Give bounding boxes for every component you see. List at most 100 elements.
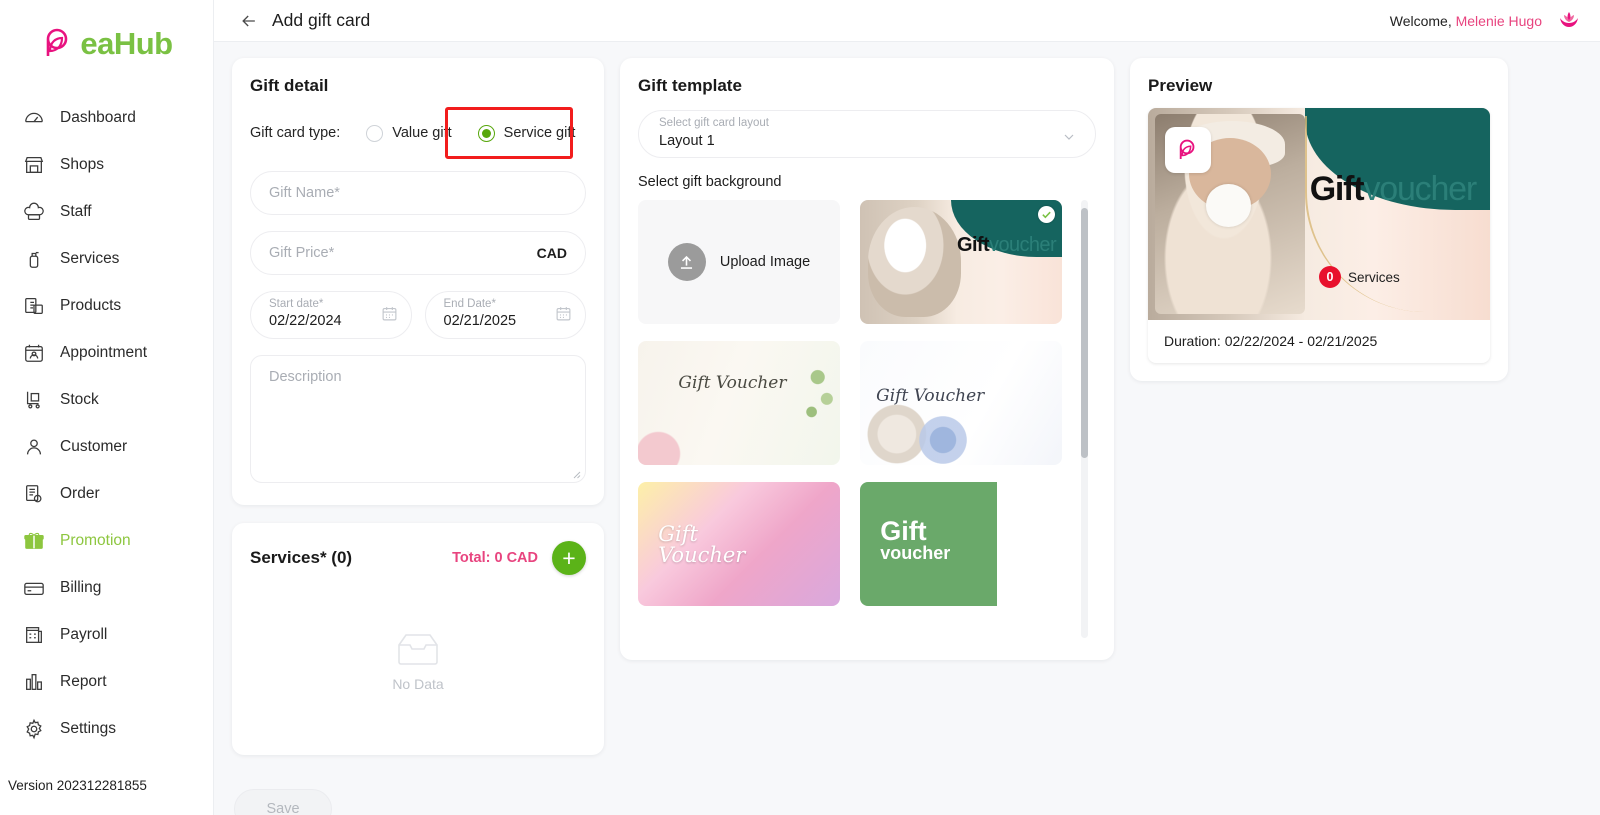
- top-bar: Add gift card Welcome, Melenie Hugo: [214, 0, 1600, 42]
- sidebar-item-shops[interactable]: Shops: [0, 141, 213, 188]
- services-count-badge: 0: [1319, 266, 1341, 288]
- sidebar-item-label: Customer: [60, 437, 128, 455]
- middle-column: Gift template Select gift card layout La…: [620, 58, 1114, 660]
- save-button[interactable]: Save: [234, 789, 332, 815]
- bar-chart-icon: [22, 670, 46, 694]
- thumb-title-line2: Voucher: [658, 543, 746, 568]
- end-date-input[interactable]: End Date* 02/21/2025: [424, 291, 586, 339]
- order-list-icon: [22, 482, 46, 506]
- sidebar: eaHub Dashboard Shops Staff Services Pro…: [0, 0, 214, 815]
- description-textarea[interactable]: Description: [250, 355, 586, 483]
- main-area: Add gift card Welcome, Melenie Hugo Gift…: [214, 0, 1600, 815]
- thumb-title: Gift voucher: [880, 518, 950, 562]
- layout-select[interactable]: Select gift card layout Layout 1: [638, 110, 1096, 158]
- sidebar-item-dashboard[interactable]: Dashboard: [0, 94, 213, 141]
- gift-detail-card: Gift detail Gift card type: Value gift S…: [232, 58, 604, 505]
- hand-truck-icon: [22, 388, 46, 412]
- background-scroll-area[interactable]: Upload Image Giftvoucher Gift Voucher Gi…: [638, 200, 1096, 638]
- start-date-value: 02/22/2024: [269, 313, 342, 329]
- background-thumb-watercolor[interactable]: Gift Voucher: [638, 482, 840, 606]
- sidebar-item-label: Report: [60, 672, 107, 690]
- gift-price-input[interactable]: Gift Price* CAD: [250, 231, 586, 275]
- sidebar-item-label: Order: [60, 484, 100, 502]
- radio-circle-service-gift[interactable]: [477, 124, 495, 142]
- background-thumb-floral[interactable]: Gift Voucher: [638, 341, 840, 465]
- background-thumb-spa[interactable]: Giftvoucher: [860, 200, 1062, 324]
- back-arrow-icon[interactable]: [236, 8, 262, 34]
- upload-icon: [667, 243, 706, 281]
- storefront-icon: [22, 153, 46, 177]
- services-card: Services* (0) Total: 0 CAD + No Data: [232, 523, 604, 755]
- app-logo[interactable]: eaHub: [0, 0, 213, 88]
- layout-select-label: Select gift card layout: [659, 117, 769, 129]
- welcome-text: Welcome, Melenie Hugo: [1390, 13, 1542, 29]
- lotion-bottle-icon: [22, 247, 46, 271]
- thumb-title: Giftvoucher: [957, 234, 1057, 257]
- thumb-title-light: voucher: [989, 234, 1057, 256]
- sidebar-item-report[interactable]: Report: [0, 658, 213, 705]
- thumb-decoration: [775, 350, 836, 438]
- gift-template-heading: Gift template: [638, 76, 742, 95]
- chevron-down-icon[interactable]: [1061, 129, 1077, 150]
- preview-title: Giftvoucher: [1309, 170, 1478, 209]
- sidebar-item-customer[interactable]: Customer: [0, 423, 213, 470]
- preview-title-light: voucher: [1363, 170, 1477, 208]
- gift-card-type-label: Gift card type:: [250, 125, 341, 141]
- check-icon: [1038, 206, 1055, 223]
- resize-handle-icon[interactable]: [571, 469, 581, 479]
- end-date-label: End Date*: [443, 298, 496, 310]
- lotus-icon[interactable]: [1556, 9, 1582, 33]
- radio-value-gift[interactable]: Value gift: [366, 124, 452, 142]
- thumb-title-bold: Gift: [957, 234, 990, 256]
- date-range-row: Start date* 02/22/2024 End Date* 02/21/2…: [250, 291, 586, 339]
- calendar-icon[interactable]: [555, 305, 572, 322]
- sidebar-item-label: Services: [60, 249, 120, 267]
- sidebar-item-order[interactable]: Order: [0, 470, 213, 517]
- user-name[interactable]: Melenie Hugo: [1456, 13, 1542, 29]
- sidebar-item-products[interactable]: Products: [0, 282, 213, 329]
- save-row: Save: [232, 773, 604, 815]
- radio-circle-value-gift[interactable]: [366, 124, 384, 142]
- upload-image-tile[interactable]: Upload Image: [638, 200, 840, 324]
- sidebar-item-stock[interactable]: Stock: [0, 376, 213, 423]
- preview-title-bold: Gift: [1309, 170, 1365, 208]
- scrollbar-thumb[interactable]: [1081, 208, 1088, 458]
- speedometer-icon: [22, 106, 46, 130]
- thumb-decoration: [638, 409, 719, 465]
- background-thumb-green[interactable]: Gift voucher: [860, 482, 1062, 606]
- background-thumb-blue-rose[interactable]: Gift Voucher: [860, 341, 1062, 465]
- person-icon: [22, 435, 46, 459]
- sidebar-item-billing[interactable]: Billing: [0, 564, 213, 611]
- sidebar-item-payroll[interactable]: Payroll: [0, 611, 213, 658]
- preview-image: Giftvoucher 0 Services: [1148, 108, 1490, 320]
- thumb-photo: [868, 207, 961, 317]
- sidebar-item-services[interactable]: Services: [0, 235, 213, 282]
- content-area: Gift detail Gift card type: Value gift S…: [214, 42, 1600, 815]
- sidebar-nav: Dashboard Shops Staff Services Products …: [0, 94, 213, 752]
- thumb-decoration: [912, 410, 974, 465]
- sidebar-item-label: Staff: [60, 202, 92, 220]
- services-chip-label: Services: [1348, 269, 1400, 285]
- description-placeholder: Description: [269, 369, 342, 385]
- sidebar-item-label: Billing: [60, 578, 102, 596]
- sidebar-item-promotion[interactable]: Promotion: [0, 517, 213, 564]
- calendar-icon[interactable]: [381, 305, 398, 322]
- sidebar-item-settings[interactable]: Settings: [0, 705, 213, 752]
- services-total: Total: 0 CAD: [452, 550, 538, 566]
- preview-brand-logo: [1165, 127, 1212, 174]
- right-column: Preview Giftvoucher 0 Services Duration:…: [1130, 58, 1508, 381]
- sidebar-item-appointment[interactable]: Appointment: [0, 329, 213, 376]
- preview-card: Preview Giftvoucher 0 Services Duration:…: [1130, 58, 1508, 381]
- gift-card-preview: Giftvoucher 0 Services Duration: 02/22/2…: [1148, 108, 1490, 363]
- start-date-label: Start date*: [269, 298, 324, 310]
- app-version: Version 202312281855: [8, 778, 147, 793]
- documents-icon: [22, 294, 46, 318]
- sidebar-item-label: Dashboard: [60, 108, 136, 126]
- sidebar-item-staff[interactable]: Staff: [0, 188, 213, 235]
- start-date-input[interactable]: Start date* 02/22/2024: [250, 291, 412, 339]
- services-empty-state: No Data: [250, 631, 586, 692]
- gift-name-input[interactable]: Gift Name*: [250, 171, 586, 215]
- radio-service-gift[interactable]: Service gift: [477, 124, 575, 142]
- left-column: Gift detail Gift card type: Value gift S…: [232, 58, 604, 815]
- add-service-button[interactable]: +: [552, 541, 586, 575]
